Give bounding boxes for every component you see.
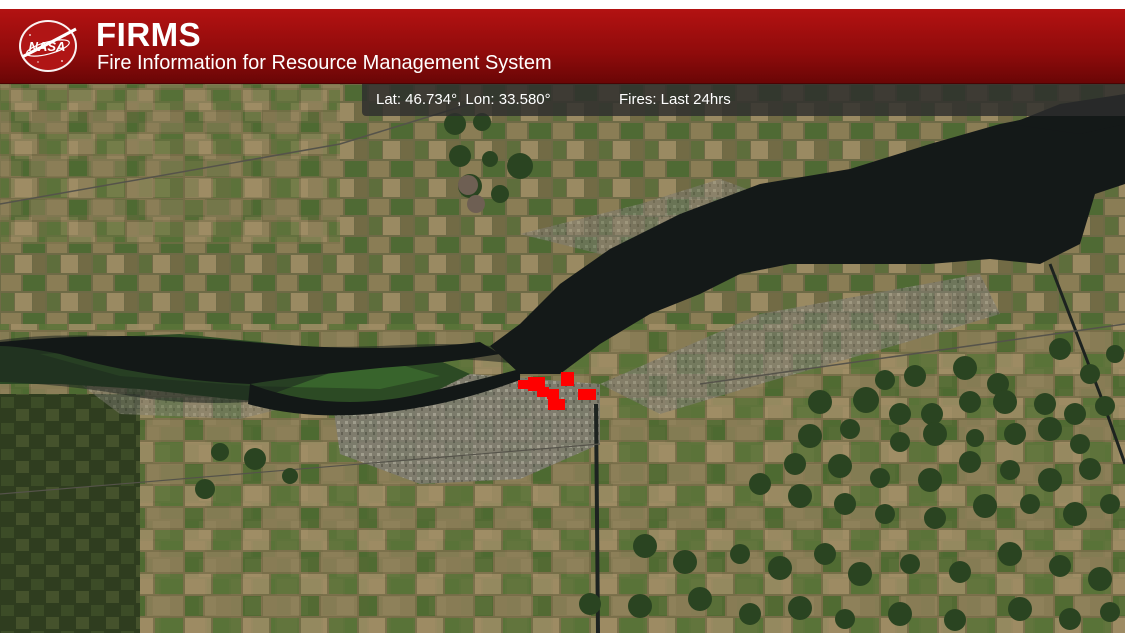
cursor-coordinates: Lat: 46.734°, Lon: 33.580° bbox=[376, 91, 551, 108]
svg-text:NASA: NASA bbox=[29, 39, 66, 54]
nasa-logo-icon[interactable]: NASA bbox=[16, 17, 80, 75]
app-header: NASA FIRMS Fire Information for Resource… bbox=[0, 9, 1125, 84]
fires-time-filter[interactable]: Fires: Last 24hrs bbox=[619, 91, 731, 108]
app-title: FIRMS bbox=[96, 16, 202, 53]
top-strip bbox=[0, 0, 1125, 9]
map-info-bar: Lat: 46.734°, Lon: 33.580° Fires: Last 2… bbox=[362, 84, 1125, 116]
satellite-map[interactable] bbox=[0, 84, 1125, 633]
fire-marker[interactable] bbox=[578, 389, 596, 400]
fire-marker[interactable] bbox=[548, 399, 565, 410]
fire-marker[interactable] bbox=[547, 389, 559, 399]
fire-marker[interactable] bbox=[561, 372, 574, 386]
app-subtitle: Fire Information for Resource Management… bbox=[97, 52, 552, 74]
